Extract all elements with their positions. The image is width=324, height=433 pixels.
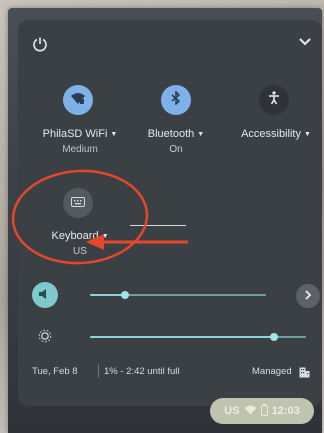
volume-icon (39, 286, 51, 304)
screen: PhilaSD WiFi ▼ Medium Bluetooth ▼ On Acc… (8, 8, 322, 433)
accessibility-toggle-button[interactable] (259, 85, 289, 115)
wifi-toggle-button[interactable] (63, 85, 93, 115)
chevron-down-icon[interactable] (299, 37, 311, 47)
keyboard-layout: US (73, 246, 87, 257)
power-icon[interactable] (32, 36, 48, 52)
wifi-label-button[interactable]: PhilaSD WiFi ▼ (36, 128, 124, 140)
accessibility-label: Accessibility (241, 128, 301, 140)
brightness-slider-fill (90, 336, 274, 338)
status-tray-button[interactable]: US 12:03 (210, 398, 314, 424)
building-icon (299, 365, 310, 383)
wifi-icon (244, 404, 257, 418)
quick-settings-panel: PhilaSD WiFi ▼ Medium Bluetooth ▼ On Acc… (18, 20, 322, 406)
bluetooth-toggle-button[interactable] (161, 85, 191, 115)
shelf-language: US (224, 405, 240, 417)
accessibility-label-button[interactable]: Accessibility ▼ (232, 128, 320, 140)
wifi-status: Medium (62, 144, 98, 155)
keyboard-toggle-button[interactable] (63, 188, 93, 218)
caret-down-icon: ▼ (197, 131, 205, 138)
bluetooth-icon (171, 89, 181, 110)
wifi-icon (70, 91, 86, 110)
accessibility-icon (268, 90, 280, 110)
shelf-time: 12:03 (271, 405, 300, 417)
keyboard-label-button[interactable]: Keyboard ▼ (36, 230, 124, 242)
brightness-icon (38, 329, 52, 348)
keyboard-label: Keyboard (51, 230, 99, 242)
brightness-slider-knob[interactable] (269, 333, 278, 341)
separator (98, 364, 99, 378)
keyboard-icon (71, 194, 85, 212)
bluetooth-label-button[interactable]: Bluetooth ▼ (132, 128, 220, 140)
brightness-button (32, 325, 58, 351)
volume-slider-knob[interactable] (121, 291, 130, 299)
caret-down-icon: ▼ (101, 233, 109, 240)
mute-toggle-button[interactable] (32, 282, 58, 308)
battery-icon (260, 403, 268, 419)
wifi-label: PhilaSD WiFi (42, 128, 108, 140)
battery-status-text[interactable]: 1% - 2:42 until full (104, 366, 180, 377)
chevron-right-icon (304, 287, 312, 305)
managed-text[interactable]: Managed (252, 366, 292, 377)
volume-slider-fill (90, 294, 126, 296)
audio-settings-button[interactable] (296, 284, 320, 308)
caret-down-icon: ▼ (303, 131, 311, 138)
bluetooth-label: Bluetooth (147, 128, 195, 140)
date-text[interactable]: Tue, Feb 8 (32, 366, 78, 377)
bluetooth-status: On (169, 144, 183, 155)
divider (130, 225, 186, 226)
caret-down-icon: ▼ (110, 131, 118, 138)
